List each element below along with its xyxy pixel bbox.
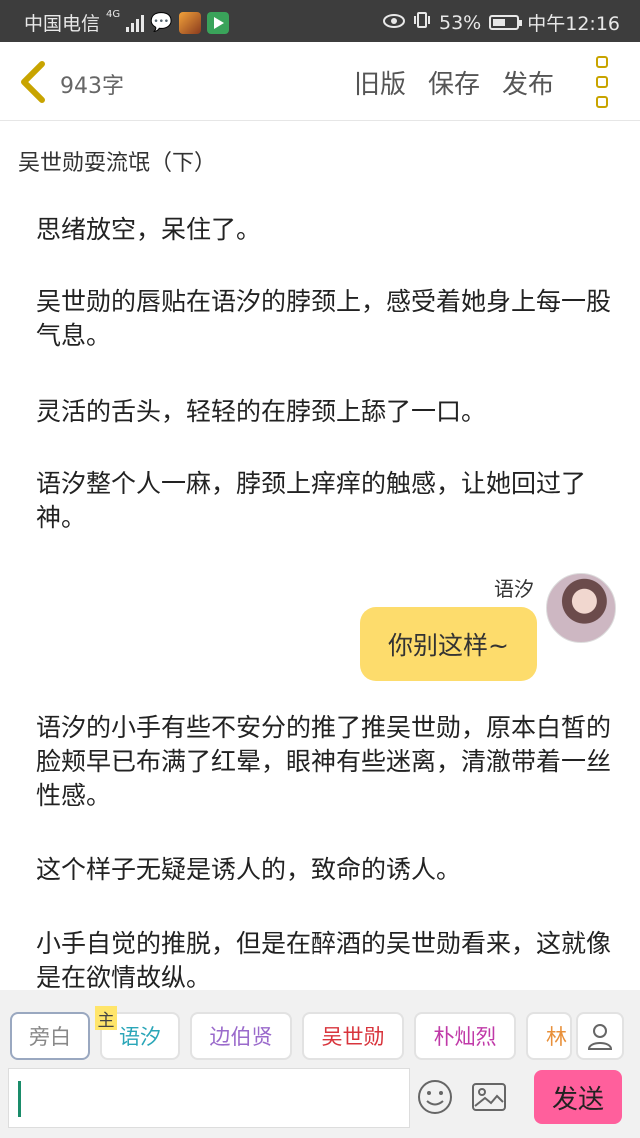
clock: 中午12:16 — [527, 13, 620, 35]
save-button[interactable]: 保存 — [428, 64, 480, 101]
character-chip-label: 边伯贤 — [209, 1025, 273, 1049]
dialogue-bubble[interactable]: 你别这样~ — [360, 607, 537, 681]
play-store-icon — [206, 11, 229, 34]
character-chip-label: 朴灿烈 — [433, 1025, 497, 1049]
insert-image-button[interactable] — [470, 1078, 508, 1116]
narration-paragraph: 吴世勋的唇贴在语汐的脖颈上，感受着她身上每一股气息。 — [36, 287, 612, 350]
person-icon — [587, 1024, 613, 1050]
network-type-label: 4G — [106, 9, 121, 20]
character-chip-label: 林 — [546, 1025, 567, 1049]
carrier-label: 中国电信 — [24, 13, 101, 35]
character-chip-label: 语汐 — [119, 1025, 161, 1049]
character-chip-lin[interactable]: 林 — [526, 1012, 572, 1060]
image-icon — [472, 1083, 506, 1111]
narration-paragraph: 思绪放空，呆住了。 — [36, 215, 262, 244]
character-manager-button[interactable] — [576, 1012, 624, 1060]
battery-icon — [489, 15, 523, 30]
game-app-icon — [178, 11, 201, 34]
emoji-button[interactable] — [416, 1078, 454, 1116]
chapter-title-bar[interactable]: 吴世勋耍流氓（下） — [0, 121, 640, 201]
dialogue-text: 你别这样~ — [388, 631, 509, 660]
editor-header: 943字 旧版 保存 发布 — [0, 42, 640, 121]
character-chip-sehun[interactable]: 吴世勋 — [302, 1012, 404, 1060]
narration-paragraph: 小手自觉的推脱，但是在醉酒的吴世勋看来，这就像是在欲情故纵。 — [36, 929, 612, 989]
back-button[interactable] — [14, 60, 54, 104]
signal-icon — [126, 14, 145, 32]
text-caret — [18, 1081, 21, 1117]
publish-button[interactable]: 发布 — [502, 64, 554, 101]
character-chip-label: 旁白 — [29, 1025, 71, 1049]
battery-percent: 53% — [439, 11, 482, 34]
character-chip-baekhyun[interactable]: 边伯贤 — [190, 1012, 292, 1060]
eye-comfort-icon — [383, 12, 405, 34]
narration-paragraph: 灵活的舌头，轻轻的在脖颈上舔了一口。 — [36, 397, 487, 426]
chapter-title: 吴世勋耍流氓（下） — [18, 151, 217, 176]
send-button[interactable]: 发送 — [534, 1070, 622, 1124]
menu-dot-icon — [596, 96, 608, 108]
dialogue-speaker-name: 语汐 — [494, 577, 534, 601]
message-input[interactable] — [8, 1068, 410, 1128]
narration-paragraph: 语汐整个人一麻，脖颈上痒痒的触感，让她回过了神。 — [36, 469, 587, 532]
vibrate-icon — [413, 11, 431, 34]
wechat-icon: 💬 — [150, 12, 173, 33]
word-count: 943字 — [60, 74, 124, 99]
story-content[interactable]: 思绪放空，呆住了。 吴世勋的唇贴在语汐的脖颈上，感受着她身上每一股气息。 灵活的… — [0, 201, 640, 989]
smiley-icon — [418, 1080, 452, 1114]
narration-paragraph: 这个样子无疑是诱人的，致命的诱人。 — [36, 855, 462, 884]
character-chip-label: 吴世勋 — [321, 1025, 385, 1049]
status-bar: 中国电信 4G 💬 53% 中午12:16 — [0, 0, 640, 42]
chevron-left-icon — [21, 61, 45, 103]
old-version-button[interactable]: 旧版 — [354, 64, 406, 101]
main-character-badge: 主 — [95, 1006, 117, 1031]
menu-dot-icon — [596, 76, 608, 88]
character-chip-chanyeol[interactable]: 朴灿烈 — [414, 1012, 516, 1060]
menu-dot-icon — [596, 56, 608, 68]
send-label: 发送 — [551, 1084, 604, 1115]
more-menu-button[interactable] — [596, 56, 612, 108]
character-selector-bar: 旁白 语汐 主 边伯贤 吴世勋 朴灿烈 林 发送 — [0, 990, 640, 1138]
speaker-avatar[interactable] — [546, 573, 616, 643]
character-chip-narration[interactable]: 旁白 — [10, 1012, 90, 1060]
narration-paragraph: 语汐的小手有些不安分的推了推吴世勋，原本白皙的脸颊早已布满了红晕，眼神有些迷离，… — [36, 713, 612, 810]
